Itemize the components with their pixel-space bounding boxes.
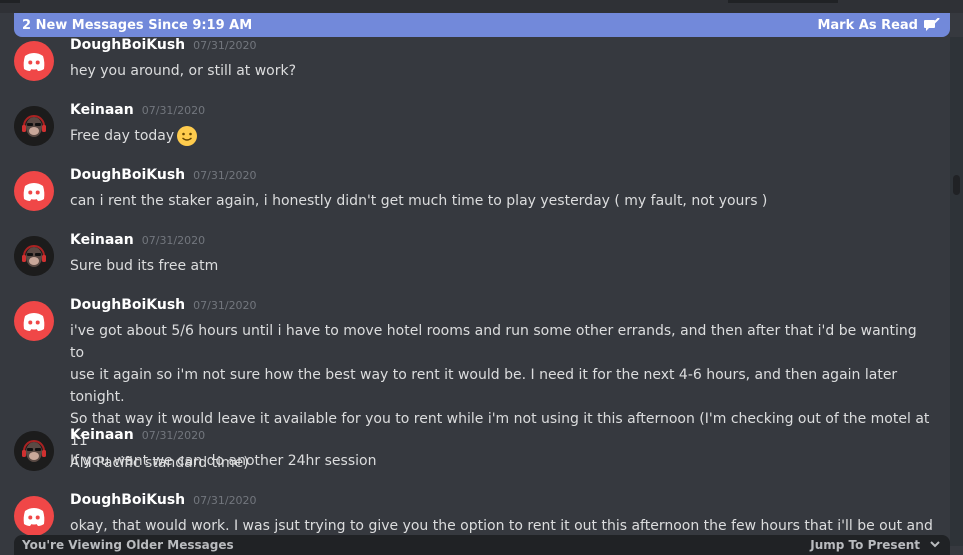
message-text: can i rent the staker again, i honestly … bbox=[70, 193, 768, 209]
message-header: DoughBoiKush 07/31/2020 bbox=[70, 167, 934, 189]
message-text: Free day today bbox=[70, 128, 175, 144]
new-messages-text: 2 New Messages Since 9:19 AM bbox=[22, 17, 253, 33]
mark-read-icon bbox=[924, 18, 940, 32]
message-header: Keinaan 07/31/2020 bbox=[70, 232, 934, 254]
new-messages-bar[interactable]: 2 New Messages Since 9:19 AM Mark As Rea… bbox=[14, 13, 950, 37]
message-header: Keinaan 07/31/2020 bbox=[70, 427, 934, 449]
scrollbar[interactable] bbox=[950, 37, 963, 546]
message-content: Free day today bbox=[70, 125, 934, 147]
timestamp: 07/31/2020 bbox=[141, 429, 206, 442]
older-messages-text: You're Viewing Older Messages bbox=[22, 538, 234, 552]
timestamp: 07/31/2020 bbox=[193, 299, 257, 312]
timestamp: 07/31/2020 bbox=[193, 494, 257, 507]
username[interactable]: DoughBoiKush bbox=[70, 37, 185, 53]
message-text: hey you around, or still at work? bbox=[70, 63, 297, 79]
message-text: okay, that would work. I was jsut trying… bbox=[70, 518, 933, 534]
monkey-headphones-avatar[interactable] bbox=[14, 236, 54, 276]
older-messages-bar[interactable]: You're Viewing Older Messages Jump To Pr… bbox=[14, 535, 950, 555]
message-body: DoughBoiKush 07/31/2020 can i rent the sta… bbox=[70, 167, 934, 212]
message-header: Keinaan 07/31/2020 bbox=[70, 102, 934, 124]
username[interactable]: DoughBoiKush bbox=[70, 297, 185, 313]
message-header: DoughBoiKush 07/31/2020 bbox=[70, 37, 934, 59]
username[interactable]: DoughBoiKush bbox=[70, 492, 185, 508]
top-strip bbox=[0, 0, 963, 13]
username[interactable]: Keinaan bbox=[70, 232, 134, 248]
mark-as-read-button[interactable]: Mark As Read bbox=[817, 18, 940, 33]
username[interactable]: Keinaan bbox=[70, 102, 134, 118]
divider bbox=[728, 0, 838, 3]
timestamp: 07/31/2020 bbox=[193, 169, 257, 182]
message-header: DoughBoiKush 07/31/2020 bbox=[70, 297, 934, 319]
message-text: If you want we can do another 24hr sessi… bbox=[70, 453, 377, 469]
timestamp: 07/31/2020 bbox=[193, 39, 257, 52]
message-line: i've got about 5/6 hours until i have to… bbox=[70, 323, 917, 361]
message-content: can i rent the staker again, i honestly … bbox=[70, 190, 934, 212]
discord-logo-icon[interactable] bbox=[14, 171, 54, 211]
message-text: Sure bud its free atm bbox=[70, 258, 219, 274]
message-body: DoughBoiKush 07/31/2020 hey you around, or… bbox=[70, 37, 934, 82]
username[interactable]: Keinaan bbox=[70, 427, 134, 443]
message-content: okay, that would work. I was jsut trying… bbox=[70, 515, 934, 537]
message-body: Keinaan 07/31/2020 If you want we can do a… bbox=[70, 427, 934, 472]
monkey-headphones-avatar[interactable] bbox=[14, 431, 54, 471]
message-body: Keinaan 07/31/2020 Free day today bbox=[70, 102, 934, 147]
message-header: DoughBoiKush 07/31/2020 bbox=[70, 492, 934, 514]
message-content: hey you around, or still at work? bbox=[70, 60, 934, 82]
message-content: Sure bud its free atm bbox=[70, 255, 934, 277]
message-body: Keinaan 07/31/2020 Sure bud its free atm bbox=[70, 232, 934, 277]
discord-logo-icon[interactable] bbox=[14, 301, 54, 341]
message-body: DoughBoiKush 07/31/2020 okay, that would w… bbox=[70, 492, 934, 537]
discord-logo-icon[interactable] bbox=[14, 41, 54, 81]
slightly-smiling-face-icon[interactable] bbox=[176, 125, 198, 147]
timestamp: 07/31/2020 bbox=[141, 234, 206, 247]
jump-to-present-button[interactable]: Jump To Present bbox=[810, 538, 940, 552]
scrollbar-thumb[interactable] bbox=[953, 175, 960, 195]
monkey-headphones-avatar[interactable] bbox=[14, 106, 54, 146]
chevron-down-icon bbox=[930, 538, 940, 552]
message-line: use it again so i'm not sure how the bes… bbox=[70, 367, 898, 405]
username[interactable]: DoughBoiKush bbox=[70, 167, 185, 183]
message-content: If you want we can do another 24hr sessi… bbox=[70, 450, 934, 472]
timestamp: 07/31/2020 bbox=[141, 104, 206, 117]
jump-to-present-label: Jump To Present bbox=[810, 538, 920, 552]
divider bbox=[0, 0, 20, 3]
mark-as-read-label: Mark As Read bbox=[817, 17, 918, 33]
discord-logo-icon[interactable] bbox=[14, 496, 54, 536]
